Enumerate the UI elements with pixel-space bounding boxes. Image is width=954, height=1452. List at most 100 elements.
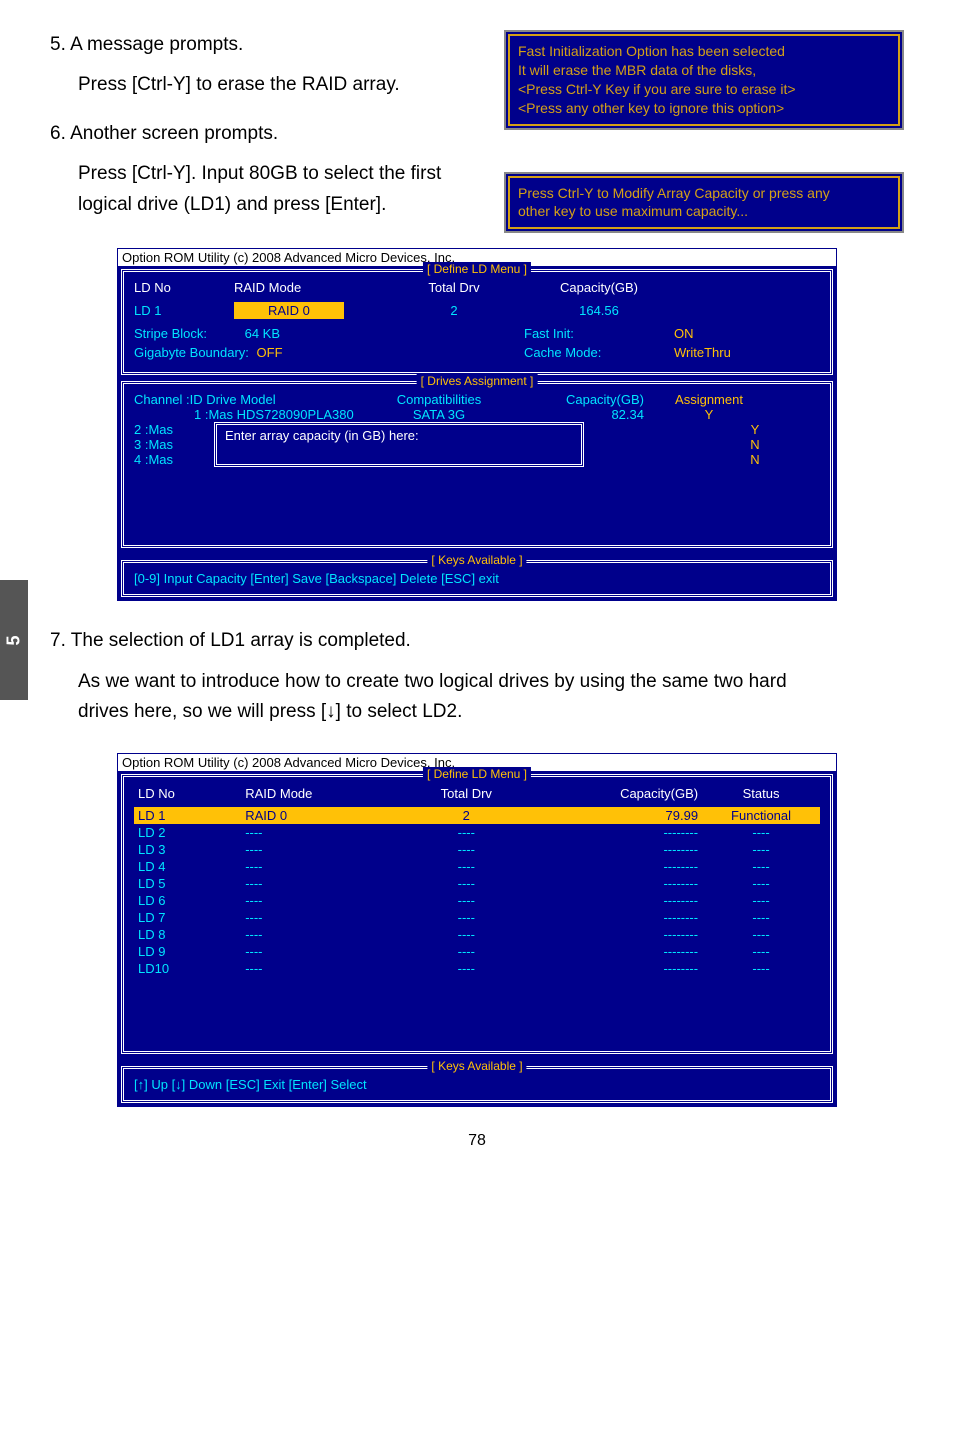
cell: LD 7 [134, 909, 241, 926]
cell: -------- [541, 892, 702, 909]
cell: -------- [541, 926, 702, 943]
drive4-ch: 4 :Mas [134, 452, 210, 467]
message-box-1: Fast Initialization Option has been sele… [504, 30, 904, 130]
cell: -------- [541, 858, 702, 875]
cell: ---- [702, 960, 820, 977]
cell: ---- [241, 909, 391, 926]
cell: ---- [391, 892, 541, 909]
keys-line: [0-9] Input Capacity [Enter] Save [Backs… [134, 571, 820, 586]
cell: ---- [391, 875, 541, 892]
table-row[interactable]: LD 3-------------------- [134, 841, 820, 858]
cell: ---- [391, 841, 541, 858]
keys-line-2: [↑] Up [↓] Down [ESC] Exit [Enter] Selec… [134, 1077, 820, 1092]
cell: ---- [241, 858, 391, 875]
table-row[interactable]: LD 8-------------------- [134, 926, 820, 943]
hdr-totaldrv: Total Drv [384, 280, 524, 295]
cell: -------- [541, 824, 702, 841]
table-row[interactable]: LD 7-------------------- [134, 909, 820, 926]
table-row[interactable]: LD 2-------------------- [134, 824, 820, 841]
table-row[interactable]: LD 4-------------------- [134, 858, 820, 875]
stripe-lbl: Stripe Block: [134, 326, 207, 341]
step6-title: 6. Another screen prompts. [50, 119, 486, 149]
hdr2-cap: Capacity(GB) [541, 785, 702, 807]
cell: Functional [702, 807, 820, 824]
hdr2-status: Status [702, 785, 820, 807]
bios-panel-1: Option ROM Utility (c) 2008 Advanced Mic… [117, 248, 837, 601]
cell: ---- [241, 892, 391, 909]
drive2-ch: 2 :Mas [134, 422, 210, 437]
cell: ---- [391, 909, 541, 926]
cell: ---- [241, 943, 391, 960]
msg1-l1: Fast Initialization Option has been sele… [518, 42, 890, 61]
cell: ---- [241, 960, 391, 977]
cell: ---- [702, 926, 820, 943]
cell: ---- [241, 824, 391, 841]
ld1-cap: 164.56 [524, 303, 674, 318]
keys-available-label: [ Keys Available ] [427, 553, 526, 567]
drive1-model: 1 :Mas HDS728090PLA380 [134, 407, 364, 422]
hdr-raidmode: RAID Mode [234, 280, 384, 295]
ld1-no: LD 1 [134, 303, 234, 318]
cell: ---- [702, 841, 820, 858]
cell: ---- [391, 926, 541, 943]
drive4-assign: N [690, 452, 820, 467]
drive2-assign: Y [690, 422, 820, 437]
hdr2-mode: RAID Mode [241, 785, 391, 807]
msg2-l2: other key to use maximum capacity... [518, 202, 890, 221]
cell: ---- [702, 875, 820, 892]
define-ld-label-2: [ Define LD Menu ] [423, 767, 531, 781]
cell: LD 4 [134, 858, 241, 875]
msg1-l2: It will erase the MBR data of the disks, [518, 61, 890, 80]
message-box-2: Press Ctrl-Y to Modify Array Capacity or… [504, 172, 904, 234]
cell: LD10 [134, 960, 241, 977]
capacity-input[interactable]: Enter array capacity (in GB) here: [214, 422, 584, 467]
step5-title: 5. A message prompts. [50, 30, 486, 60]
step7-body1: As we want to introduce how to create tw… [78, 667, 904, 697]
side-tab: 5 [0, 580, 28, 700]
fast-val: ON [674, 326, 694, 341]
cell: ---- [391, 858, 541, 875]
cache-lbl: Cache Mode: [524, 345, 601, 360]
msg1-l3: <Press Ctrl-Y Key if you are sure to era… [518, 80, 890, 99]
step7-body2: drives here, so we will press [↓] to sel… [78, 697, 904, 727]
drives-assignment-label: [ Drives Assignment ] [417, 374, 538, 388]
table-row[interactable]: LD 6-------------------- [134, 892, 820, 909]
page-number: 78 [50, 1132, 904, 1150]
drive1-compat: SATA 3G [364, 407, 514, 422]
stripe-val: 64 KB [245, 326, 280, 341]
step6-body1: Press [Ctrl-Y]. Input 80GB to select the… [78, 159, 486, 189]
drive1-assign: Y [644, 407, 774, 422]
gig-lbl: Gigabyte Boundary: [134, 345, 249, 360]
cell: ---- [702, 858, 820, 875]
step5-body: Press [Ctrl-Y] to erase the RAID array. [78, 70, 486, 100]
cell: ---- [241, 841, 391, 858]
cell: LD 8 [134, 926, 241, 943]
cell: LD 1 [134, 807, 241, 824]
bios-panel-2: Option ROM Utility (c) 2008 Advanced Mic… [117, 753, 837, 1107]
table-row[interactable]: LD 5-------------------- [134, 875, 820, 892]
cell: LD 9 [134, 943, 241, 960]
hdr-capacity: Capacity(GB) [524, 280, 674, 295]
cell: ---- [241, 875, 391, 892]
keys-available-label-2: [ Keys Available ] [427, 1059, 526, 1073]
dhdr-assign: Assignment [644, 392, 774, 407]
hdr2-drv: Total Drv [391, 785, 541, 807]
table-row[interactable]: LD 1RAID 0279.99Functional [134, 807, 820, 824]
cell: LD 3 [134, 841, 241, 858]
cell: LD 6 [134, 892, 241, 909]
gig-val: OFF [257, 345, 283, 360]
dhdr-model: Channel :ID Drive Model [134, 392, 364, 407]
dhdr-cap: Capacity(GB) [514, 392, 644, 407]
drive3-assign: N [690, 437, 820, 452]
cell: ---- [702, 892, 820, 909]
hdr-ldno: LD No [134, 280, 234, 295]
msg1-l4: <Press any other key to ignore this opti… [518, 99, 890, 118]
cell: LD 5 [134, 875, 241, 892]
cell: ---- [241, 926, 391, 943]
cell: -------- [541, 875, 702, 892]
table-row[interactable]: LD10-------------------- [134, 960, 820, 977]
msg2-l1: Press Ctrl-Y to Modify Array Capacity or… [518, 184, 890, 203]
ld1-mode[interactable]: RAID 0 [234, 302, 344, 319]
fast-lbl: Fast Init: [524, 326, 574, 341]
table-row[interactable]: LD 9-------------------- [134, 943, 820, 960]
